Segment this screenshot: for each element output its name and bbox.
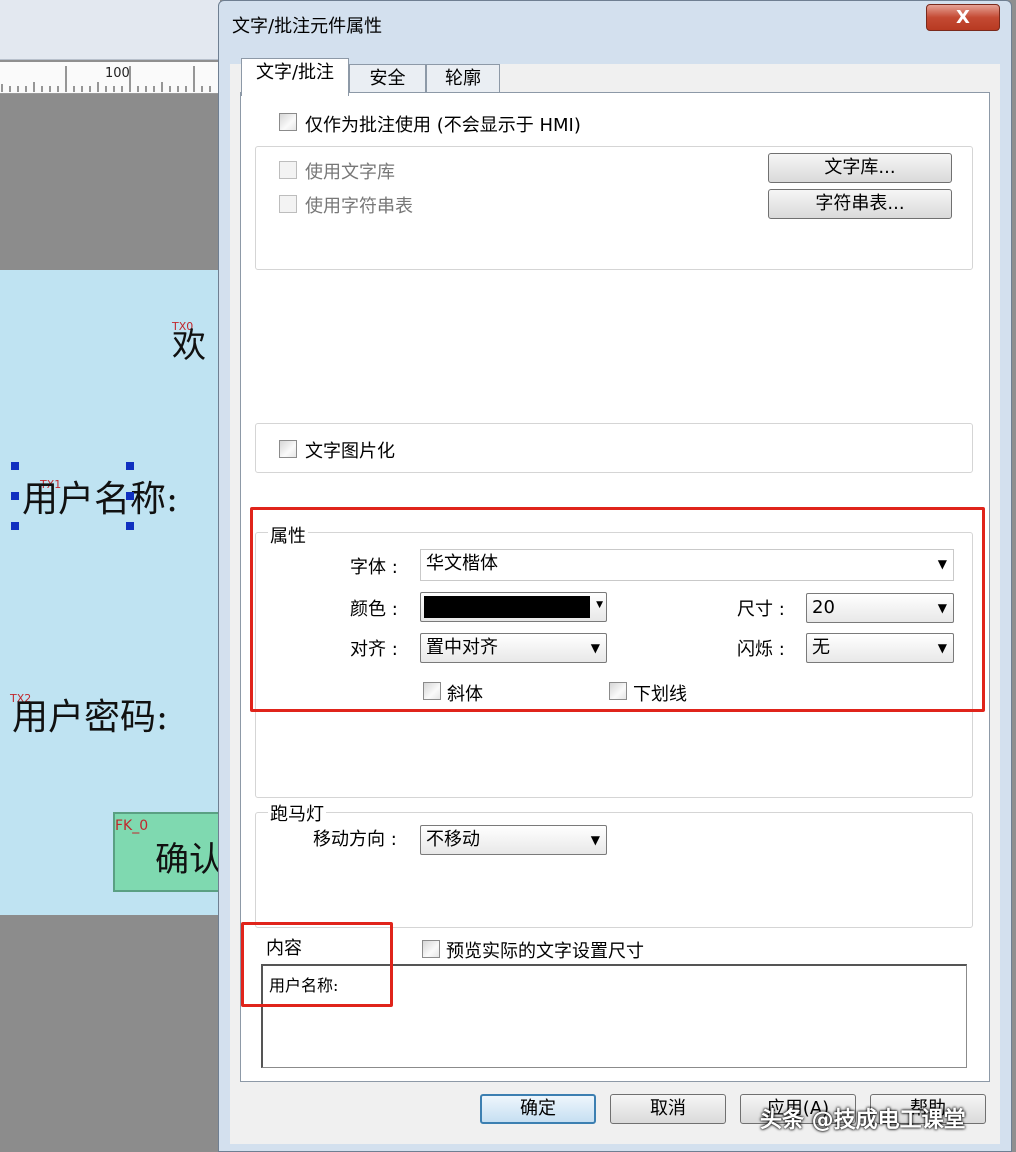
underline-label: 下划线 xyxy=(633,684,687,705)
italic-checkbox[interactable] xyxy=(423,682,441,700)
use-text-library-checkbox[interactable] xyxy=(279,161,297,179)
ok-button[interactable]: 确定 xyxy=(480,1094,596,1124)
close-button[interactable]: X xyxy=(926,4,1000,31)
text-to-image-label: 文字图片化 xyxy=(305,441,395,462)
canvas-text-username[interactable]: 用户名称: xyxy=(22,470,178,522)
align-value: 置中对齐 xyxy=(426,637,498,658)
size-value: 20 xyxy=(812,597,835,618)
direction-label: 移动方向 : xyxy=(313,829,397,850)
watermark-text: 头条 @技成电工课堂 xyxy=(760,1108,966,1133)
preview-size-label: 预览实际的文字设置尺寸 xyxy=(446,941,644,962)
font-select[interactable]: 华文楷体 ▼ xyxy=(420,549,954,581)
chevron-down-icon: ▼ xyxy=(937,557,947,571)
selection-handle[interactable] xyxy=(11,522,19,530)
ruler-label: 100 xyxy=(105,66,130,81)
blink-select[interactable]: 无 ▼ xyxy=(806,633,954,663)
canvas-text-password[interactable]: 用户密码: xyxy=(12,688,168,740)
use-text-library-label: 使用文字库 xyxy=(305,162,395,183)
selection-handle[interactable] xyxy=(126,492,134,500)
function-key-label: 确认 xyxy=(155,840,223,880)
color-label: 颜色 : xyxy=(350,599,398,620)
color-picker[interactable]: ▼ xyxy=(420,592,607,622)
chevron-down-icon: ▼ xyxy=(590,641,600,655)
close-icon: X xyxy=(956,7,970,28)
align-select[interactable]: 置中对齐 ▼ xyxy=(420,633,607,663)
canvas-text-welcome[interactable]: 欢 xyxy=(172,318,206,367)
selection-handle[interactable] xyxy=(11,492,19,500)
marquee-group-title: 跑马灯 xyxy=(268,800,326,826)
text-library-button[interactable]: 文字库... xyxy=(768,153,952,183)
preview-size-checkbox[interactable] xyxy=(422,940,440,958)
tab-text-annotation[interactable]: 文字/批注 xyxy=(241,58,349,96)
use-string-table-label: 使用字符串表 xyxy=(305,196,413,217)
annotation-only-label: 仅作为批注使用 (不会显示于 HMI) xyxy=(305,115,581,136)
tab-security[interactable]: 安全 xyxy=(349,64,426,94)
workspace-gray-lower xyxy=(0,915,220,1152)
italic-label: 斜体 xyxy=(447,684,483,705)
selection-handle[interactable] xyxy=(126,522,134,530)
horizontal-ruler: 100 xyxy=(0,62,220,94)
blink-label: 闪烁 : xyxy=(737,639,785,660)
chevron-down-icon: ▼ xyxy=(937,641,947,655)
text-to-image-checkbox[interactable] xyxy=(279,440,297,458)
chevron-down-icon: ▼ xyxy=(596,600,603,610)
size-select[interactable]: 20 ▼ xyxy=(806,593,954,623)
chevron-down-icon: ▼ xyxy=(590,833,600,847)
use-string-table-checkbox[interactable] xyxy=(279,195,297,213)
selection-handle[interactable] xyxy=(11,462,19,470)
color-swatch xyxy=(424,596,590,618)
dialog-title: 文字/批注元件属性 xyxy=(232,16,383,37)
font-value: 华文楷体 xyxy=(426,553,498,574)
string-table-button[interactable]: 字符串表... xyxy=(768,189,952,219)
cancel-button[interactable]: 取消 xyxy=(610,1094,726,1124)
blink-value: 无 xyxy=(812,637,830,658)
size-label: 尺寸 : xyxy=(737,599,785,620)
properties-group-title: 属性 xyxy=(268,522,308,548)
underline-checkbox[interactable] xyxy=(609,682,627,700)
function-key-tag: FK_0 xyxy=(115,818,149,834)
canvas-function-key[interactable]: FK_0 确认 xyxy=(113,812,223,892)
editor-toolbar-strip xyxy=(0,0,220,60)
annotation-only-checkbox[interactable] xyxy=(279,113,297,131)
chevron-down-icon: ▼ xyxy=(937,601,947,615)
direction-select[interactable]: 不移动 ▼ xyxy=(420,825,607,855)
direction-value: 不移动 xyxy=(426,829,480,850)
align-label: 对齐 : xyxy=(350,639,398,660)
font-label: 字体 : xyxy=(350,557,398,578)
workspace-gray-area xyxy=(0,94,220,270)
selection-handle[interactable] xyxy=(126,462,134,470)
highlight-box-content xyxy=(241,922,393,1007)
tab-outline[interactable]: 轮廓 xyxy=(426,64,500,94)
